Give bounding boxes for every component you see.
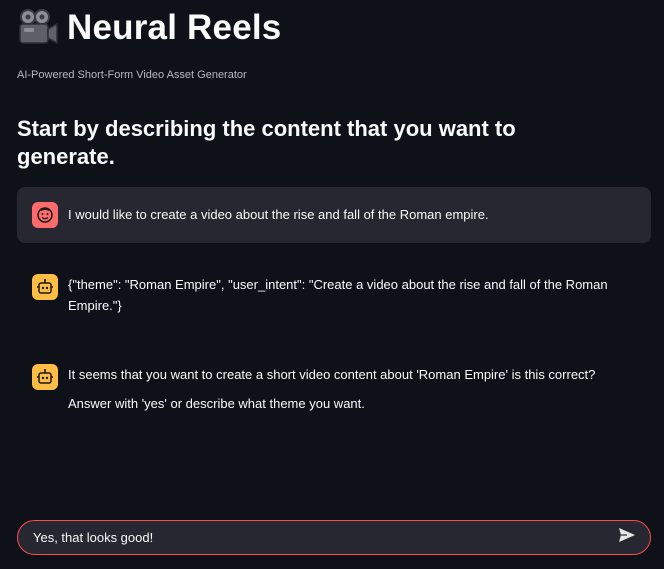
message-line: I would like to create a video about the…	[68, 207, 489, 222]
app-container: Neural Reels AI-Powered Short-Form Video…	[0, 0, 664, 569]
page-heading: Start by describing the content that you…	[17, 116, 516, 169]
robot-icon	[32, 274, 58, 300]
send-icon	[618, 527, 636, 548]
title-row: Neural Reels	[17, 8, 281, 48]
chat-message-assistant: It seems that you want to create a short…	[17, 362, 651, 432]
send-button[interactable]	[612, 523, 642, 553]
chat-input-bar	[17, 520, 651, 555]
chat-input[interactable]	[18, 520, 612, 555]
message-text: I would like to create a video about the…	[68, 204, 638, 225]
app-subtitle: AI-Powered Short-Form Video Asset Genera…	[17, 69, 247, 81]
app-title: Neural Reels	[67, 8, 282, 47]
message-text: It seems that you want to create a short…	[68, 364, 638, 414]
user-face-icon	[32, 202, 58, 228]
message-line: Answer with 'yes' or describe what theme…	[68, 396, 365, 411]
message-line: It seems that you want to create a short…	[68, 367, 596, 382]
chat-message-assistant: {"theme": "Roman Empire", "user_intent":…	[17, 270, 651, 330]
robot-icon	[32, 364, 58, 390]
message-line: {"theme": "Roman Empire", "user_intent":…	[68, 277, 608, 313]
message-text: {"theme": "Roman Empire", "user_intent":…	[68, 274, 638, 316]
chat-message-user: I would like to create a video about the…	[17, 187, 651, 243]
movie-camera-icon	[17, 8, 59, 48]
